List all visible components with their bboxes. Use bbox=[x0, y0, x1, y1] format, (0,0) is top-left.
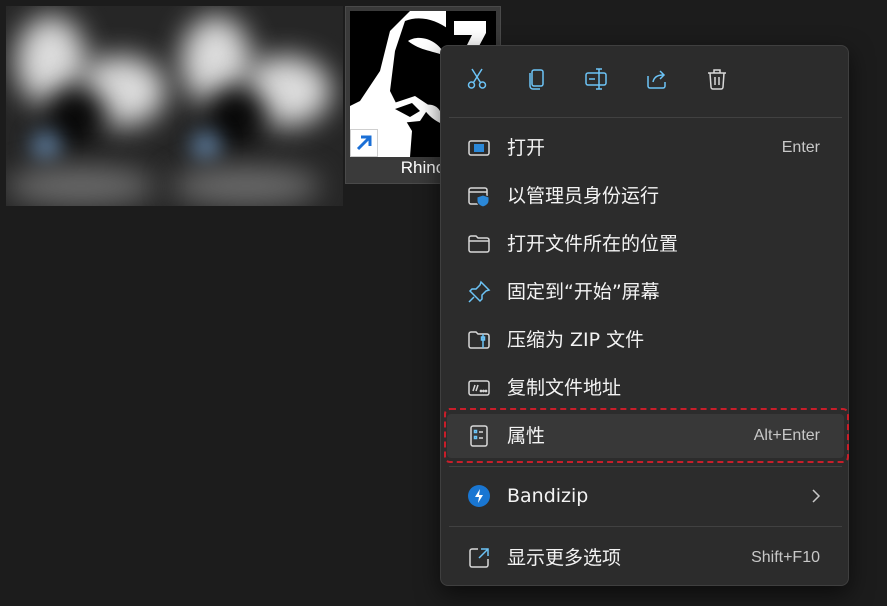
menu-item-run-as-admin[interactable]: 以管理员身份运行 bbox=[447, 174, 844, 218]
run-as-admin-shield-icon bbox=[467, 184, 491, 208]
menu-item-label: 压缩为 ZIP 文件 bbox=[507, 329, 645, 351]
menu-item-open-file-location[interactable]: 打开文件所在的位置 bbox=[447, 222, 844, 266]
menu-item-pin-to-start[interactable]: 固定到“开始”屏幕 bbox=[447, 270, 844, 314]
zip-folder-icon bbox=[467, 328, 491, 352]
cut-button[interactable] bbox=[457, 63, 497, 99]
menu-item-label: 显示更多选项 bbox=[507, 547, 622, 569]
pin-icon bbox=[467, 280, 491, 304]
share-icon bbox=[645, 67, 669, 95]
menu-divider bbox=[449, 466, 842, 467]
chevron-right-icon bbox=[810, 488, 822, 508]
menu-item-open[interactable]: 打开 Enter bbox=[447, 126, 844, 170]
menu-item-copy-path[interactable]: 复制文件地址 bbox=[447, 366, 844, 410]
copy-icon bbox=[525, 67, 549, 95]
menu-item-bandizip[interactable]: Bandizip bbox=[447, 474, 844, 518]
menu-item-label: 以管理员身份运行 bbox=[507, 185, 660, 207]
menu-item-label: 复制文件地址 bbox=[507, 377, 622, 399]
blurred-desktop-icons bbox=[6, 6, 343, 206]
scissors-icon bbox=[465, 67, 489, 95]
highlight-annotation bbox=[444, 408, 849, 463]
menu-item-compress-zip[interactable]: 压缩为 ZIP 文件 bbox=[447, 318, 844, 362]
copy-path-icon bbox=[467, 376, 491, 400]
rename-button[interactable] bbox=[577, 63, 617, 99]
copy-button[interactable] bbox=[517, 63, 557, 99]
delete-button[interactable] bbox=[697, 63, 737, 99]
menu-item-label: 打开 bbox=[507, 137, 546, 159]
shortcut-arrow-icon bbox=[350, 129, 378, 157]
menu-item-label: Bandizip bbox=[507, 485, 589, 507]
share-button[interactable] bbox=[637, 63, 677, 99]
menu-item-label: 固定到“开始”屏幕 bbox=[507, 281, 660, 303]
open-app-icon bbox=[467, 136, 491, 160]
more-options-icon bbox=[467, 546, 491, 570]
context-menu: 打开 Enter 以管理员身份运行 打开文件所在的位置 固定到“开始”屏幕 压缩… bbox=[440, 45, 849, 586]
desktop: Rhino 打开 Enter 以管理员身份运行 打开文件所在的位置 固定到“开始… bbox=[0, 0, 887, 606]
folder-icon bbox=[467, 232, 491, 256]
menu-divider bbox=[449, 526, 842, 527]
toolbar-divider bbox=[449, 117, 842, 118]
trash-icon bbox=[705, 67, 729, 95]
menu-item-shortcut: Shift+F10 bbox=[751, 549, 820, 566]
menu-item-show-more-options[interactable]: 显示更多选项 Shift+F10 bbox=[447, 536, 844, 580]
bandizip-icon bbox=[467, 484, 491, 508]
menu-item-label: 打开文件所在的位置 bbox=[507, 233, 679, 255]
context-menu-toolbar bbox=[441, 46, 848, 116]
rename-icon bbox=[584, 67, 610, 95]
menu-item-shortcut: Enter bbox=[781, 139, 820, 156]
